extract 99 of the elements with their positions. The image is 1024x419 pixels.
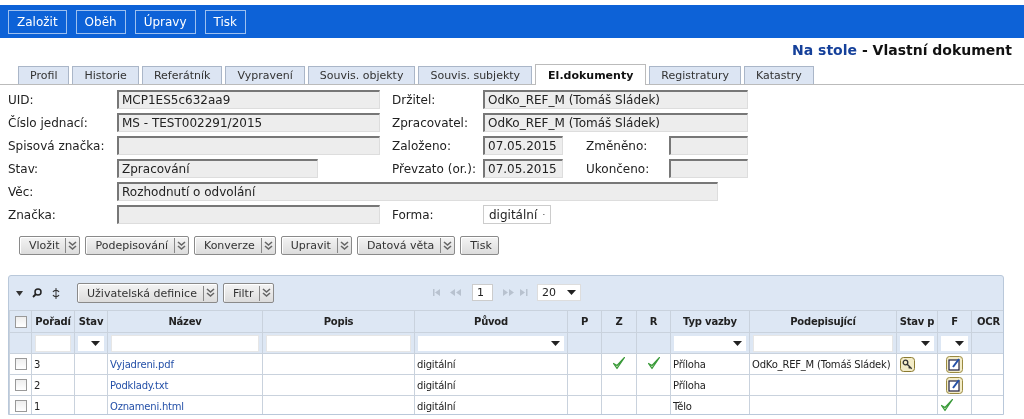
tab[interactable]: Souvis. objekty <box>307 66 416 84</box>
caret-icon <box>176 240 186 251</box>
input-field[interactable]: 07.05.2015 <box>483 159 563 178</box>
tab[interactable]: Souvis. subjekty <box>418 66 533 84</box>
column-header[interactable]: Pořadí <box>31 310 75 333</box>
field-label: Převzato (or.): <box>392 161 478 176</box>
column-header[interactable]: Z <box>601 310 637 333</box>
field-label: Spisová značka: <box>8 138 106 153</box>
table-cell: 2 <box>34 379 41 391</box>
tab[interactable]: Vypravení <box>225 66 305 84</box>
checkbox[interactable] <box>14 400 27 412</box>
field-label: Ukončeno: <box>586 161 651 176</box>
input-field[interactable]: Zpracování <box>117 159 318 178</box>
field-label: Zpracovatel: <box>392 115 469 130</box>
column-header[interactable]: Název <box>107 310 263 333</box>
filter-field[interactable] <box>35 334 71 352</box>
input-field[interactable]: OdKo_REF_M (Tomáš Sládek) <box>483 90 748 109</box>
edit-document-icon[interactable] <box>946 355 963 373</box>
input-field[interactable]: MS - TEST002291/2015 <box>117 113 380 132</box>
dropdown-button[interactable]: Podepisování <box>85 236 189 255</box>
column-header[interactable]: Stav <box>74 310 108 333</box>
toolbar-button[interactable]: Tisk <box>204 9 247 34</box>
field-label: Stav: <box>8 161 40 176</box>
tab[interactable]: El.dokumenty <box>535 64 647 85</box>
dropdown-button[interactable]: Uživatelská definice <box>77 283 218 303</box>
checkmark-icon <box>940 398 954 412</box>
table-cell: 1 <box>34 400 41 412</box>
edit-document-icon[interactable] <box>946 376 963 394</box>
column-header[interactable]: Typ vazby <box>670 310 750 333</box>
column-header[interactable]: OCR <box>971 310 1003 333</box>
caret-icon <box>262 288 272 298</box>
dropdown-button[interactable]: Konverze <box>193 236 276 255</box>
table-cell: 3 <box>34 358 41 370</box>
search-icon[interactable] <box>32 288 42 298</box>
caret-icon <box>339 240 349 251</box>
column-header[interactable]: Podepisující <box>749 310 897 333</box>
checkbox[interactable] <box>14 315 27 328</box>
column-header[interactable]: Původ <box>414 310 568 333</box>
dropdown-button[interactable]: Datová věta <box>356 236 456 255</box>
field-label: Držitel: <box>392 92 437 107</box>
checkmark-icon <box>646 356 661 370</box>
button[interactable]: Tisk <box>460 236 499 255</box>
filter-field[interactable] <box>266 334 411 352</box>
column-header[interactable]: Stav p <box>896 310 938 333</box>
tab[interactable]: Profil <box>18 66 70 84</box>
tab[interactable]: Katastry <box>743 66 814 84</box>
checkmark-icon <box>612 356 626 370</box>
filter-select[interactable] <box>78 335 104 351</box>
caret-icon <box>263 240 273 251</box>
filter-select[interactable] <box>941 335 968 351</box>
field-label: Věc: <box>8 184 35 199</box>
checkbox[interactable] <box>14 379 27 391</box>
filter-select[interactable] <box>900 335 934 351</box>
input-field[interactable]: OdKo_REF_M (Tomáš Sládek) <box>483 113 748 132</box>
table-cell: Příloha <box>673 358 706 370</box>
field-label: Forma: <box>392 207 435 222</box>
checkbox[interactable] <box>14 358 27 370</box>
dropdown-button[interactable]: Filtr <box>222 283 275 303</box>
dropdown-button[interactable]: Upravit <box>280 236 352 255</box>
page-size-select[interactable]: 20 <box>537 284 581 301</box>
field-label: UID: <box>8 92 35 107</box>
field-label: Číslo jednací: <box>8 115 89 130</box>
menu-arrow-icon[interactable] <box>16 290 23 296</box>
dropdown-button[interactable]: Vložit <box>19 236 81 255</box>
caret-icon <box>205 288 215 298</box>
tab[interactable]: Historie <box>72 66 139 84</box>
toolbar-button[interactable]: Úpravy <box>134 9 196 34</box>
caret-icon <box>443 240 453 251</box>
field-label: Značka: <box>8 207 57 222</box>
input-field[interactable] <box>117 205 380 224</box>
column-header[interactable]: P <box>567 310 602 333</box>
column-header[interactable]: F <box>937 310 972 333</box>
input-field[interactable]: Rozhodnutí o odvolání <box>117 182 718 201</box>
table-cell: OdKo_REF_M (Tomáš Sládek) <box>752 358 891 370</box>
toolbar-button[interactable]: Založit <box>8 9 67 34</box>
input-field[interactable] <box>669 136 748 155</box>
input-field[interactable]: MCP1ES5c632aa9 <box>117 90 380 109</box>
input-field[interactable] <box>117 136 380 155</box>
key-icon[interactable] <box>900 356 915 372</box>
column-header[interactable]: R <box>636 310 671 333</box>
input-field[interactable] <box>669 159 748 178</box>
table-cell: digitální <box>417 379 456 391</box>
input-field[interactable]: 07.05.2015 <box>483 136 563 155</box>
table-cell: Tělo <box>673 400 692 412</box>
filter-field[interactable] <box>753 334 893 352</box>
tab[interactable]: Registratury <box>649 66 741 84</box>
toolbar-button[interactable]: Oběh <box>75 9 126 34</box>
select-field[interactable]: digitální <box>483 205 551 224</box>
field-label: Založeno: <box>392 138 452 153</box>
table-cell: digitální <box>417 358 456 370</box>
table-cell: digitální <box>417 400 456 412</box>
field-label: Změněno: <box>586 138 649 153</box>
filter-field[interactable] <box>111 334 259 352</box>
column-header[interactable]: Popis <box>262 310 415 333</box>
table-cell: Příloha <box>673 379 706 391</box>
tab[interactable]: Referátník <box>141 66 223 84</box>
page-title: Na stole - Vlastní dokument <box>792 42 1012 60</box>
page-number-field[interactable]: 1 <box>472 284 493 301</box>
caret-icon <box>68 240 78 251</box>
